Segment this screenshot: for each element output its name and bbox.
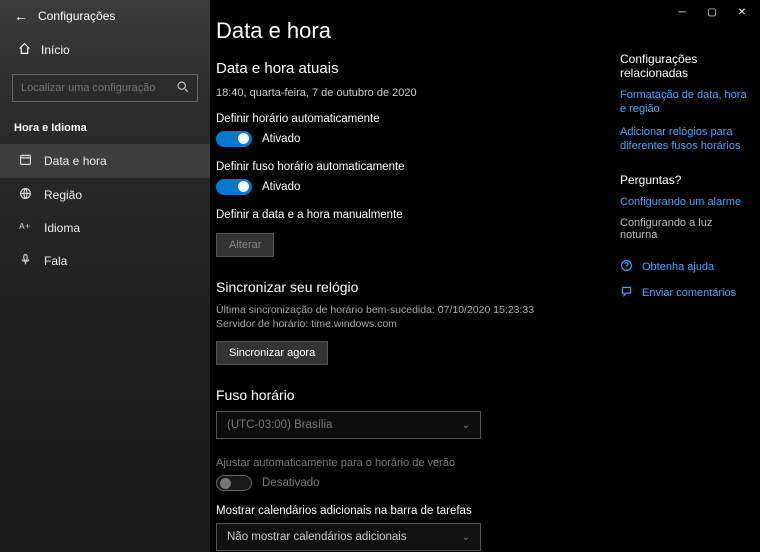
- section-current-heading: Data e hora atuais: [216, 60, 600, 77]
- sidebar-item-label: Região: [44, 188, 82, 202]
- timezone-select[interactable]: (UTC-03:00) Brasília ⌄: [216, 411, 481, 439]
- auto-tz-state: Ativado: [262, 181, 300, 193]
- sidebar: ← Configurações Início Hora e Idioma Dat…: [0, 0, 210, 552]
- back-arrow-icon: ←: [14, 8, 28, 24]
- related-panel: Configurações relacionadas Formatação de…: [620, 52, 752, 301]
- auto-time-toggle[interactable]: [216, 131, 252, 147]
- manual-set-label: Definir a data e a hora manualmente: [216, 209, 600, 221]
- auto-tz-label: Definir fuso horário automaticamente: [216, 161, 600, 173]
- feedback-icon: [620, 285, 634, 301]
- calendars-select[interactable]: Não mostrar calendários adicionais ⌄: [216, 523, 481, 551]
- calendar-clock-icon: [18, 153, 32, 169]
- page-title: Data e hora: [216, 18, 600, 44]
- related-link-clocks[interactable]: Adicionar relógios para diferentes fusos…: [620, 125, 752, 154]
- search-icon: [176, 80, 189, 96]
- home-icon: [18, 42, 31, 58]
- question-link-nightlight[interactable]: Configurando a luz noturna: [620, 217, 752, 241]
- globe-icon: [18, 187, 32, 203]
- auto-time-label: Definir horário automaticamente: [216, 113, 600, 125]
- get-help-link[interactable]: Obtenha ajuda: [642, 260, 714, 274]
- sidebar-item-data-e-hora[interactable]: Data e hora: [0, 144, 210, 178]
- language-icon: ᴬ⁺: [18, 221, 32, 235]
- calendars-value: Não mostrar calendários adicionais: [227, 531, 407, 543]
- related-link-format[interactable]: Formatação de data, hora e região: [620, 88, 752, 117]
- search-input[interactable]: [21, 82, 176, 94]
- help-icon: [620, 259, 634, 275]
- sync-last: Última sincronização de horário bem-suce…: [216, 303, 600, 317]
- related-heading: Configurações relacionadas: [620, 52, 752, 80]
- maximize-button[interactable]: ▢: [706, 6, 718, 18]
- sidebar-item-label: Data e hora: [44, 154, 107, 168]
- chevron-down-icon: ⌄: [462, 532, 470, 543]
- sidebar-item-idioma[interactable]: ᴬ⁺ Idioma: [0, 212, 210, 244]
- feedback-link[interactable]: Enviar comentários: [642, 286, 736, 300]
- sidebar-item-label: Fala: [44, 254, 67, 268]
- dst-toggle[interactable]: [216, 475, 252, 491]
- sidebar-category: Hora e Idioma: [0, 116, 210, 144]
- sync-now-button[interactable]: Sincronizar agora: [216, 341, 328, 365]
- current-datetime: 18:40, quarta-feira, 7 de outubro de 202…: [216, 87, 600, 99]
- minimize-button[interactable]: ─: [676, 6, 688, 18]
- dst-label: Ajustar automaticamente para o horário d…: [216, 457, 600, 469]
- dst-state: Desativado: [262, 477, 320, 489]
- auto-tz-toggle[interactable]: [216, 179, 252, 195]
- timezone-value: (UTC-03:00) Brasília: [227, 419, 332, 431]
- feedback-row[interactable]: Enviar comentários: [620, 285, 752, 301]
- sync-server: Servidor de horário: time.windows.com: [216, 317, 600, 331]
- auto-time-state: Ativado: [262, 133, 300, 145]
- window-title: Configurações: [38, 9, 115, 23]
- close-button[interactable]: ✕: [736, 6, 748, 18]
- change-button[interactable]: Alterar: [216, 233, 274, 257]
- search-box[interactable]: [12, 74, 198, 102]
- sidebar-item-label: Idioma: [44, 221, 80, 235]
- home-label: Início: [41, 43, 70, 57]
- back-button[interactable]: ← Configurações: [0, 0, 210, 28]
- question-link-alarm[interactable]: Configurando um alarme: [620, 195, 752, 209]
- main-content: Data e hora Data e hora atuais 18:40, qu…: [210, 0, 610, 552]
- sidebar-item-regiao[interactable]: Região: [0, 178, 210, 212]
- sync-heading: Sincronizar seu relógio: [216, 279, 600, 295]
- microphone-icon: [18, 253, 32, 269]
- sidebar-item-fala[interactable]: Fala: [0, 244, 210, 278]
- get-help-row[interactable]: Obtenha ajuda: [620, 259, 752, 275]
- questions-heading: Perguntas?: [620, 173, 752, 187]
- chevron-down-icon: ⌄: [462, 420, 470, 431]
- home-nav[interactable]: Início: [0, 28, 210, 68]
- tz-heading: Fuso horário: [216, 387, 600, 403]
- calendars-label: Mostrar calendários adicionais na barra …: [216, 505, 600, 517]
